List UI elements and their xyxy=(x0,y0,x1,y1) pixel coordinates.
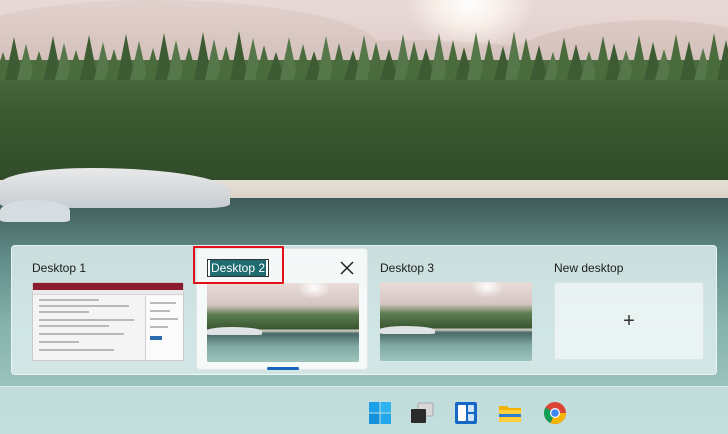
close-desktop-button[interactable] xyxy=(336,257,358,279)
new-desktop-label: New desktop xyxy=(554,261,624,275)
desktop-2-thumbnail[interactable] xyxy=(207,283,359,362)
widgets-icon[interactable] xyxy=(454,401,478,425)
task-view-icon[interactable] xyxy=(410,401,434,425)
desktop-rename-input[interactable]: Desktop 2 xyxy=(207,259,270,277)
windows-start-icon[interactable] xyxy=(368,401,392,425)
desktop-3-label: Desktop 3 xyxy=(380,261,435,275)
close-icon xyxy=(340,261,354,275)
desktop-2-label: Desktop 2 xyxy=(210,260,267,276)
active-desktop-indicator xyxy=(267,367,299,370)
taskbar xyxy=(0,386,728,434)
desktop-card-2[interactable]: Desktop 2 xyxy=(196,248,368,370)
chrome-icon[interactable] xyxy=(543,401,567,425)
desktop-3-thumbnail[interactable] xyxy=(380,282,532,361)
file-explorer-icon[interactable] xyxy=(498,401,522,425)
new-desktop-card[interactable]: New desktop + xyxy=(534,246,704,370)
desktop-card-1[interactable]: Desktop 1 xyxy=(12,246,184,370)
desktop-1-thumbnail[interactable] xyxy=(32,282,184,361)
plus-icon: + xyxy=(623,310,635,332)
desktop-card-3[interactable]: Desktop 3 xyxy=(360,246,532,370)
task-view-panel: Desktop 1 Desktop 2 Desktop 3 New deskto… xyxy=(11,245,717,375)
desktop-1-label: Desktop 1 xyxy=(32,261,87,275)
new-desktop-button[interactable]: + xyxy=(554,282,704,360)
